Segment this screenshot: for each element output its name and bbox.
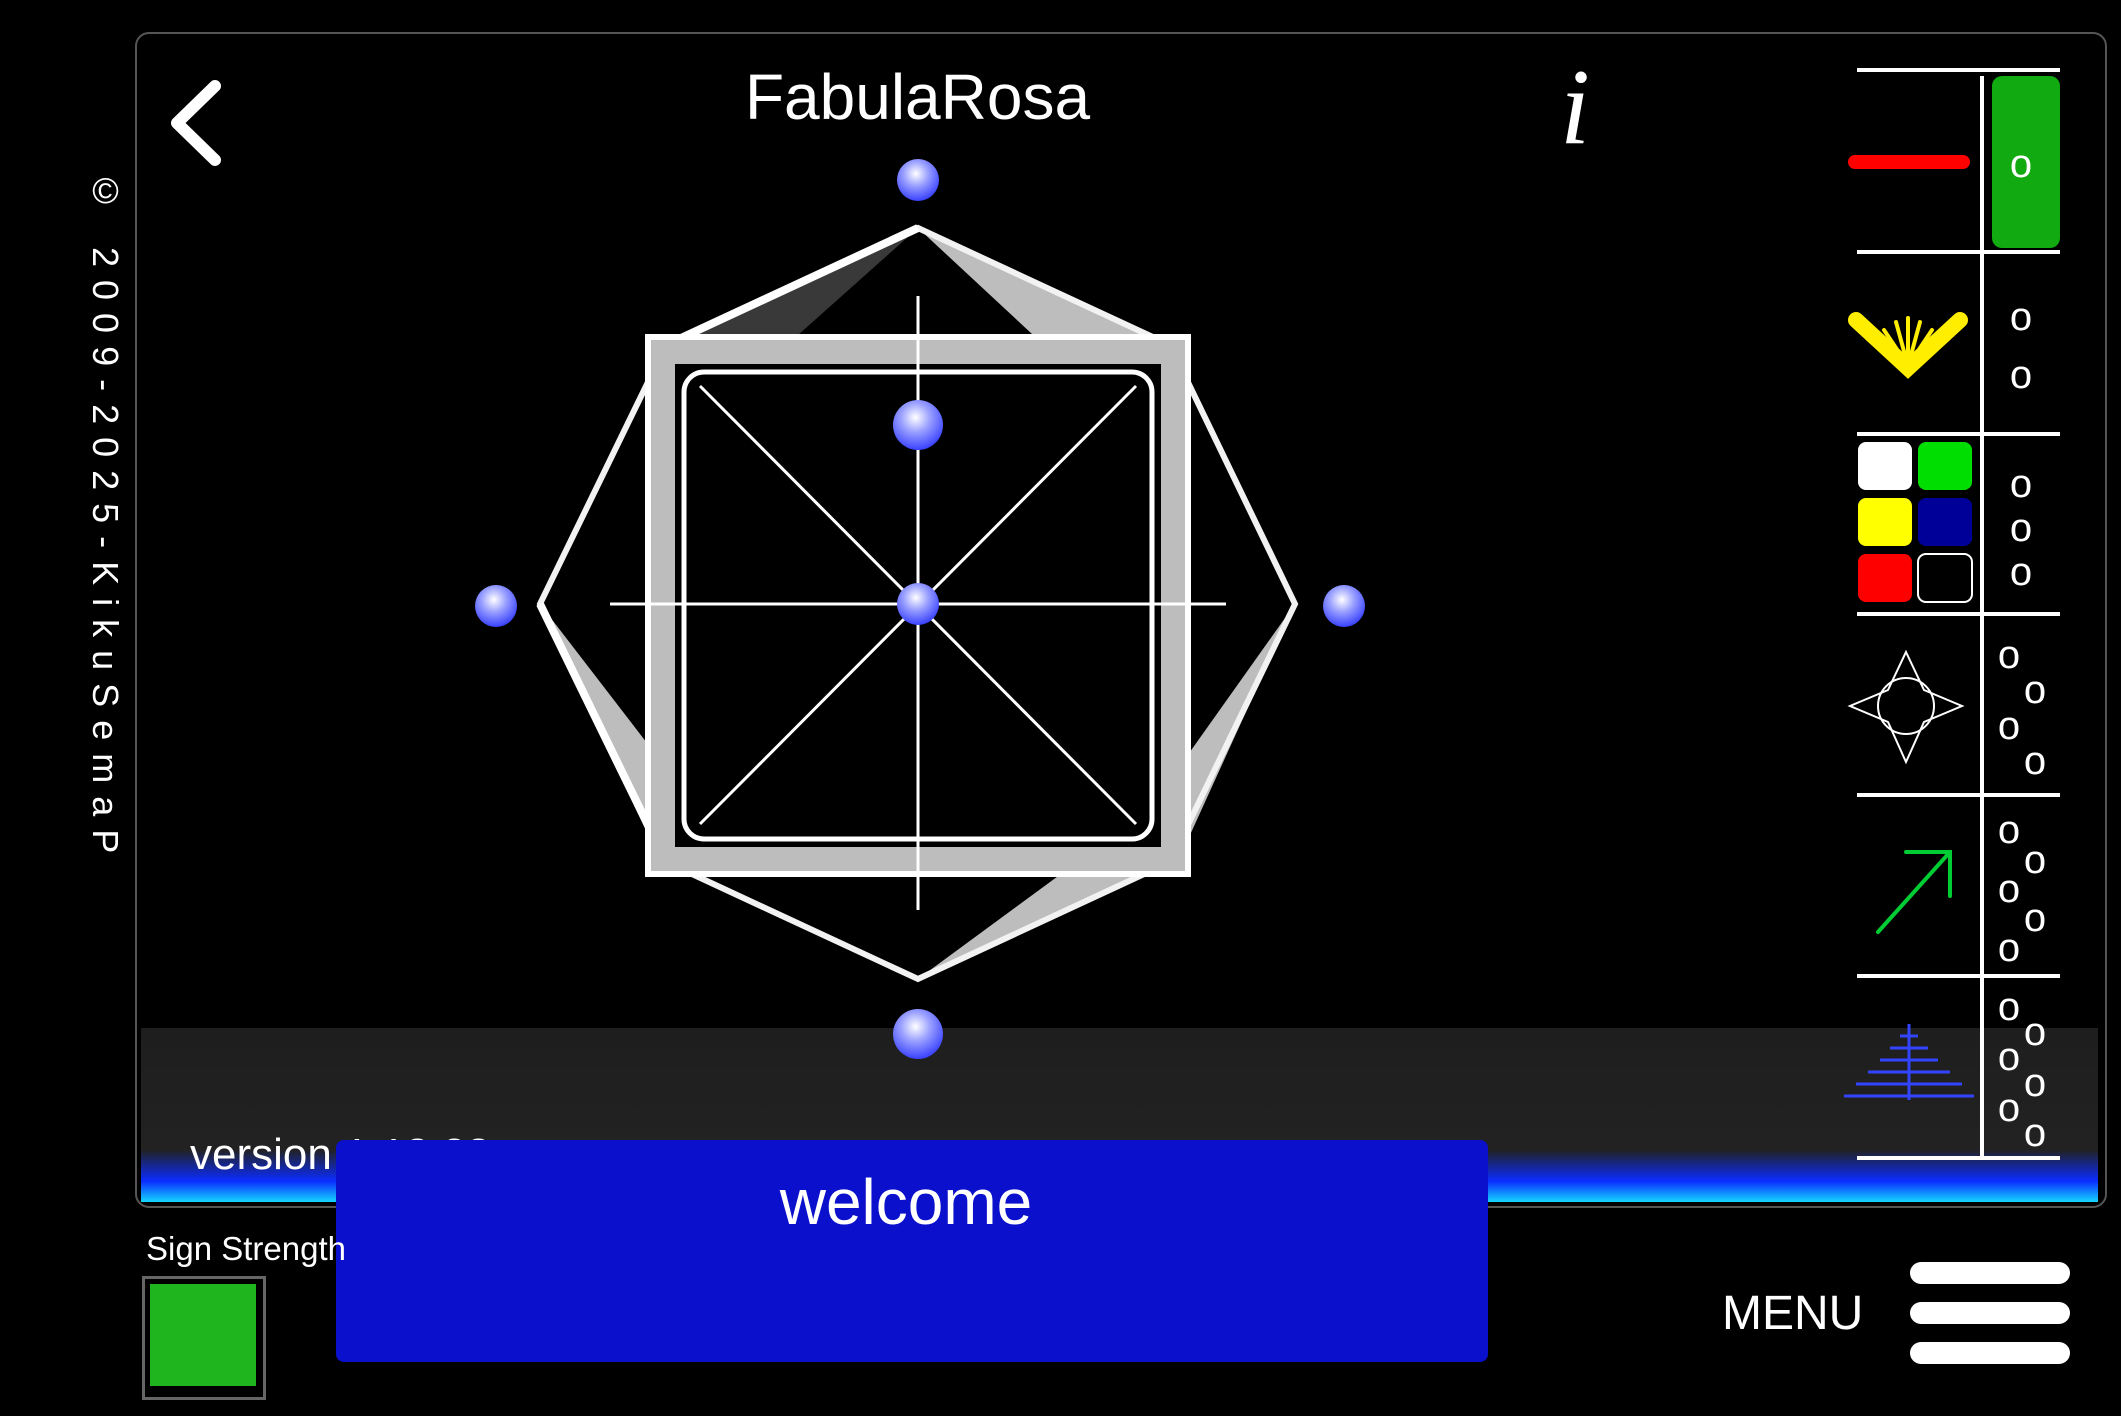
palette-green: [1918, 442, 1972, 490]
green-arrow-icon[interactable]: [1876, 850, 1952, 934]
node-center[interactable]: [897, 583, 939, 625]
palette-yellow: [1858, 498, 1912, 546]
palette-black: [1917, 553, 1973, 603]
welcome-message: welcome: [779, 1166, 1033, 1238]
tool-count-mark[interactable]: o: [1976, 464, 2066, 504]
tool-count-column: ooooooooooooooooooooo: [1976, 60, 2066, 1160]
color-palette-icon[interactable]: [1858, 442, 1973, 603]
palette-red: [1858, 554, 1912, 602]
sign-strength-fill: [150, 1284, 256, 1386]
node-upper[interactable]: [893, 400, 943, 450]
menu-label[interactable]: MENU: [1722, 1286, 1863, 1341]
tool-count-mark[interactable]: o: [1976, 297, 2066, 337]
tool-count-mark[interactable]: o: [1976, 508, 2066, 548]
tool-count-mark[interactable]: o: [1976, 552, 2066, 592]
node-top[interactable]: [897, 159, 939, 201]
tool-count-mark[interactable]: o: [1976, 355, 2066, 395]
compass-star-icon[interactable]: [1847, 649, 1965, 765]
node-left[interactable]: [475, 585, 517, 627]
hamburger-menu-icon[interactable]: [1910, 1260, 2072, 1368]
sign-strength-label: Sign Strength: [146, 1230, 346, 1267]
palette-white: [1858, 442, 1912, 490]
red-line-icon[interactable]: [1848, 155, 1970, 169]
tool-count-mark[interactable]: o: [1964, 928, 2054, 968]
yellow-sparkle-icon[interactable]: [1848, 312, 1968, 379]
node-right[interactable]: [1323, 585, 1365, 627]
tool-count-mark[interactable]: o: [1990, 1113, 2080, 1153]
tool-count-mark[interactable]: o: [1990, 741, 2080, 781]
tool-count-mark[interactable]: o: [1976, 144, 2066, 184]
node-bottom[interactable]: [893, 1009, 943, 1059]
palette-navy: [1918, 498, 1972, 546]
